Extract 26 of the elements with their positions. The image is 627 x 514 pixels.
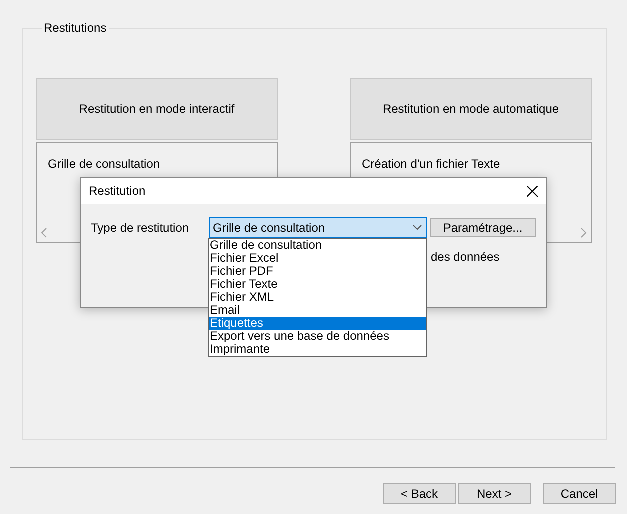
dropdown-option[interactable]: Fichier Texte (209, 278, 426, 291)
dropdown-option[interactable]: Fichier XML (209, 291, 426, 304)
wizard-button[interactable]: < Back (383, 483, 456, 504)
field-label: Type de restitution (91, 220, 190, 236)
close-icon[interactable] (527, 186, 538, 196)
dropdown-option[interactable]: Etiquettes (209, 317, 426, 330)
wizard-button[interactable]: Next > (458, 483, 531, 504)
dropdown-option[interactable]: Export vers une base de données (209, 330, 426, 343)
dialog-title: Restitution (89, 183, 146, 200)
group-title: Restitutions (43, 21, 108, 35)
partial-text: des données (431, 249, 500, 266)
list-item[interactable]: Grille de consultation (48, 157, 160, 171)
wizard-button[interactable]: Cancel (543, 483, 616, 504)
dropdown-option[interactable]: Fichier Excel (209, 252, 426, 265)
mode-button[interactable]: Restitution en mode automatique (350, 78, 592, 140)
mode-button[interactable]: Restitution en mode interactif (36, 78, 278, 140)
list-item[interactable]: Création d'un fichier Texte (362, 157, 500, 171)
scroll-left-icon[interactable] (41, 228, 47, 238)
dropdown-option[interactable]: Email (209, 304, 426, 317)
dropdown-option[interactable]: Fichier PDF (209, 265, 426, 278)
dropdown-option[interactable]: Grille de consultation (209, 239, 426, 252)
settings-button[interactable]: Paramétrage... (430, 218, 536, 237)
scroll-right-icon[interactable] (581, 228, 587, 238)
caret-icon (413, 225, 422, 230)
type-dropdown[interactable]: Grille de consultation (209, 217, 427, 238)
dropdown-option[interactable]: Imprimante (209, 343, 426, 356)
